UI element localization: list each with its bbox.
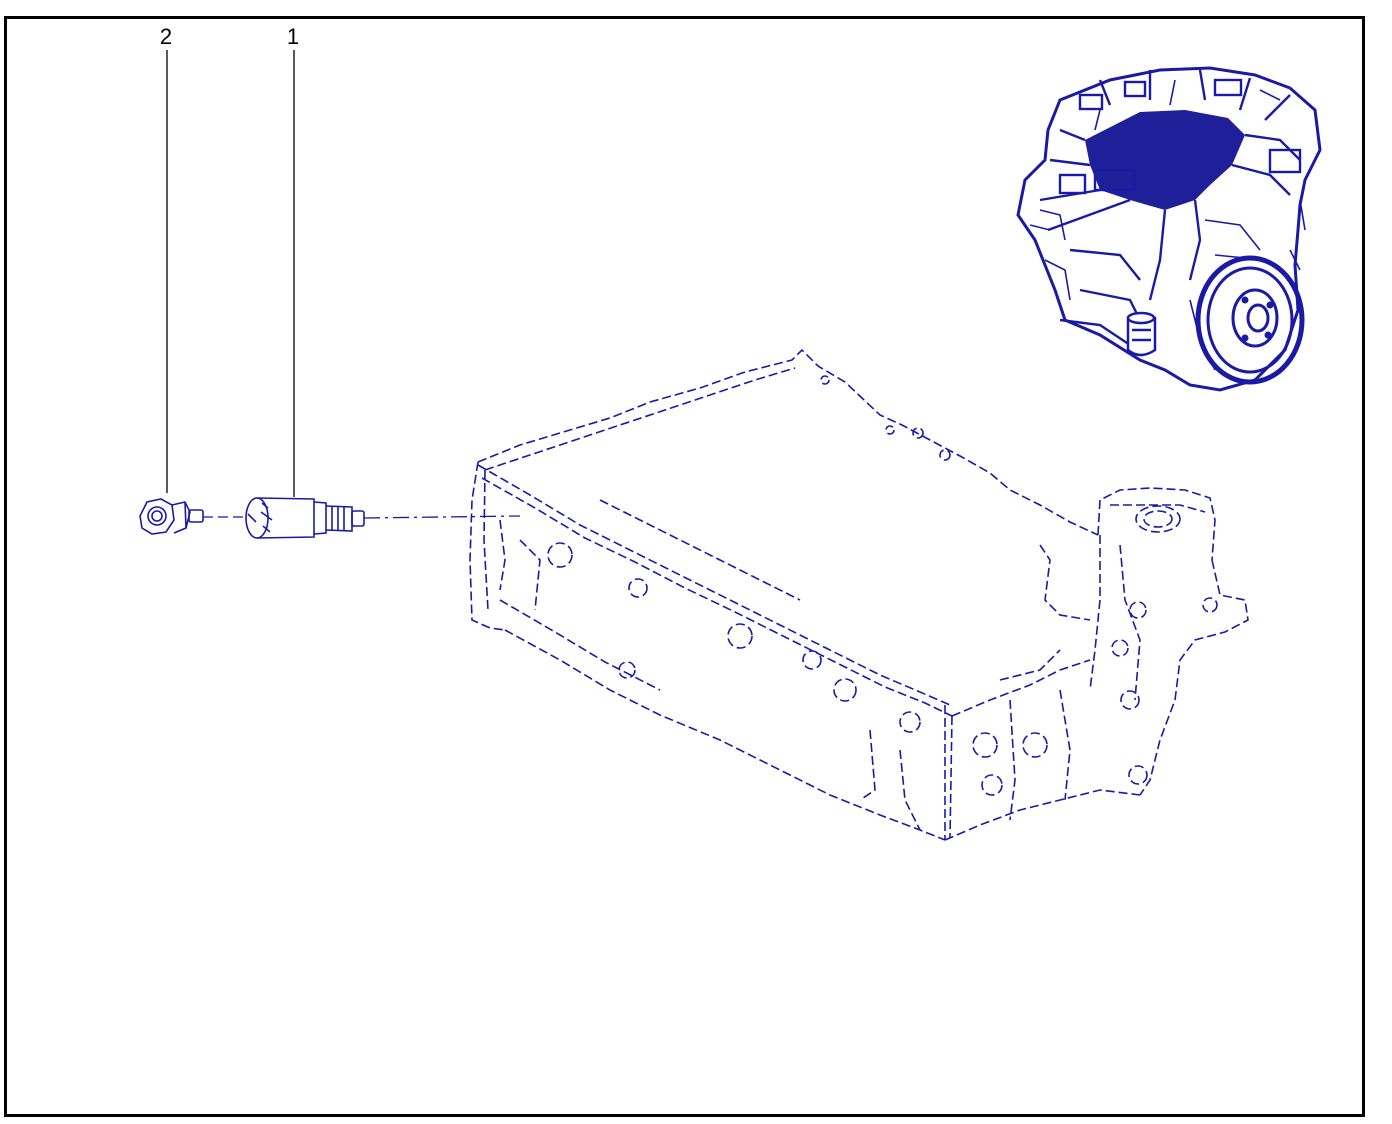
callout-2-label: 2 bbox=[160, 24, 172, 49]
engine-reference-illustration bbox=[1016, 66, 1322, 392]
callout-1: 1 bbox=[287, 24, 299, 497]
parts-diagram: 2 1 bbox=[139, 24, 1322, 841]
sensor-part bbox=[245, 497, 365, 539]
bolt-part bbox=[139, 498, 204, 535]
callout-1-label: 1 bbox=[287, 24, 299, 49]
cylinder-head-phantom bbox=[469, 348, 1249, 841]
callout-2: 2 bbox=[160, 24, 172, 493]
